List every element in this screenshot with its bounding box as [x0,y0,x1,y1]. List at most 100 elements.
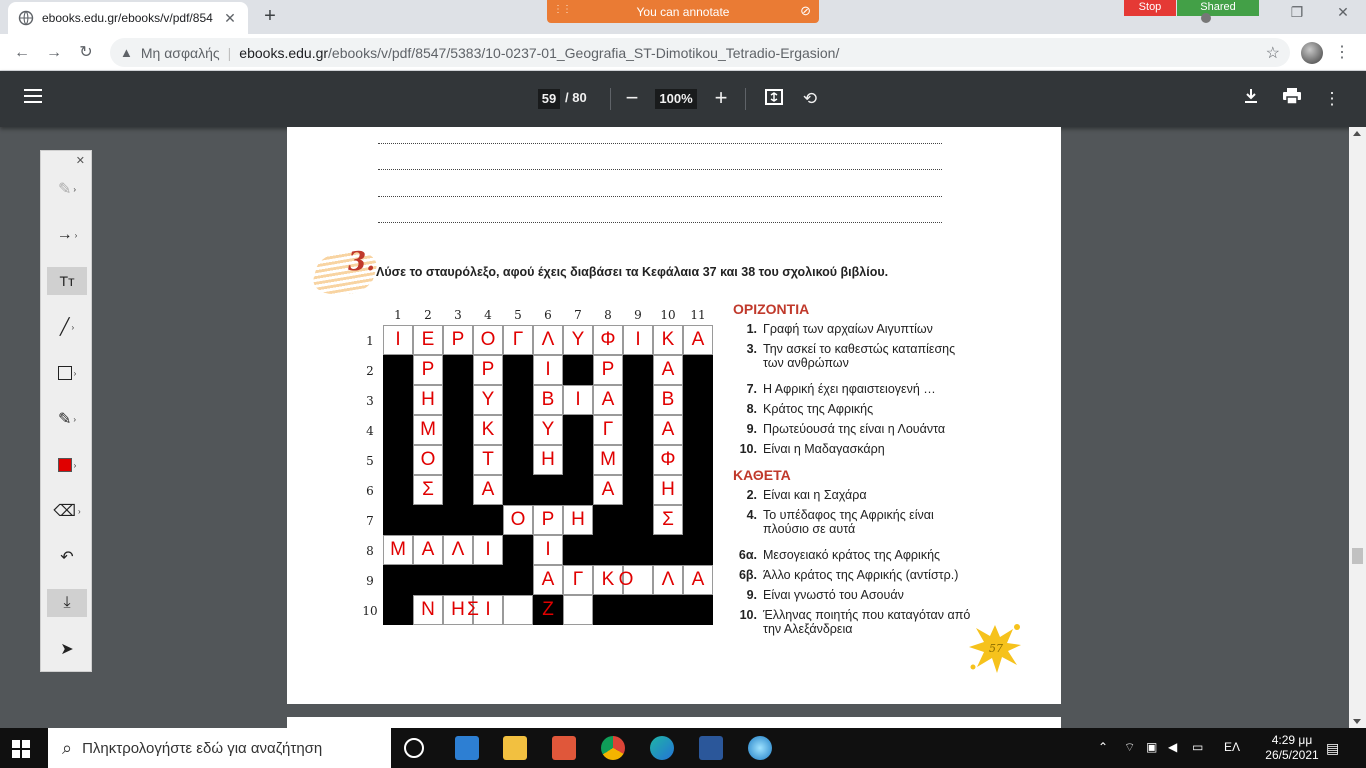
new-tab-button[interactable]: + [258,6,282,28]
zoom-in-icon[interactable]: + [709,85,733,113]
handwritten-answer-letter[interactable]: Ο [504,509,532,531]
browser-menu-icon[interactable]: ⋮ [1334,42,1350,62]
handwritten-answer-letter[interactable]: Ε [414,329,442,351]
handwritten-answer-letter[interactable]: Α [594,389,622,411]
handwritten-answer-letter[interactable]: Ι [474,599,502,621]
handwritten-answer-letter[interactable]: Α [654,359,682,381]
pin-off-icon[interactable]: ⊘ [800,3,811,19]
handwritten-answer-letter[interactable]: Μ [384,539,412,561]
address-bar[interactable]: ▲ Μη ασφαλής | ebooks.edu.gr /ebooks/v/p… [110,38,1290,67]
handwritten-answer-letter[interactable]: Υ [534,419,562,441]
handwritten-answer-letter[interactable]: Β [654,389,682,411]
system-clock[interactable]: 4:29 μμ 26/5/2021 [1262,733,1322,763]
volume-icon[interactable]: ◀ [1168,740,1177,754]
eraser-tool-icon[interactable]: ⌫ › [47,497,87,525]
handwritten-answer-letter[interactable]: Γ [594,419,622,441]
handwritten-answer-letter[interactable]: Φ [594,329,622,351]
handwritten-answer-letter[interactable]: Ι [624,329,652,351]
handwritten-answer-letter[interactable]: Κ [654,329,682,351]
handwritten-answer-letter[interactable]: Ρ [474,359,502,381]
handwritten-answer-letter[interactable]: Α [654,419,682,441]
vertical-scrollbar[interactable] [1349,127,1366,728]
handwritten-answer-letter[interactable]: Φ [654,449,682,471]
reload-icon[interactable]: ↻ [74,41,98,65]
crossword-cell[interactable] [563,595,593,625]
restore-window-icon[interactable]: ❐ [1274,4,1320,24]
menu-icon[interactable] [24,89,42,103]
warning-icon[interactable]: ▲ [120,45,133,60]
handwritten-answer-letter[interactable]: Ι [384,329,412,351]
notifications-icon[interactable]: ▤ [1326,740,1339,757]
handwritten-answer-letter[interactable]: Ι [534,359,562,381]
zoom-level-input[interactable]: 100% [655,89,697,109]
network-icon[interactable]: ⌔ [1124,740,1135,755]
undo-icon[interactable]: ↶ [47,543,87,571]
back-arrow-icon[interactable]: ← [10,41,34,65]
handwritten-answer-letter[interactable]: Σ [654,509,682,531]
close-icon[interactable]: ✕ [76,154,85,167]
handwritten-answer-letter[interactable]: Ρ [414,359,442,381]
insecure-label[interactable]: Μη ασφαλής [141,45,220,61]
rotate-icon[interactable]: ⟲ [798,87,822,111]
language-indicator[interactable]: ΕΛ [1224,740,1240,754]
windows-start-icon[interactable] [12,740,30,758]
handwritten-answer-letter[interactable]: Λ [444,539,472,561]
battery-icon[interactable]: ▭ [1192,740,1203,754]
scroll-thumb[interactable] [1352,548,1363,564]
handwritten-answer-letter[interactable]: Ι [474,539,502,561]
download-icon[interactable] [1239,87,1263,111]
handwritten-answer-letter[interactable]: Ζ [534,599,562,621]
arrow-tool-icon[interactable]: → › [47,221,87,249]
handwritten-answer-letter[interactable]: Ρ [534,509,562,531]
fit-page-icon[interactable] [762,87,786,111]
handwritten-answer-letter[interactable]: Γ [504,329,532,351]
handwritten-answer-letter[interactable]: Ο [414,449,442,471]
stop-sharing-button[interactable]: Stop [1124,0,1176,16]
meet-now-icon[interactable]: ▣ [1146,740,1157,754]
handwritten-answer-letter[interactable]: Α [534,569,562,591]
drag-handle-icon[interactable]: ⋮⋮ [553,4,572,15]
handwritten-answer-letter[interactable]: Ν [414,599,442,621]
scroll-up-icon[interactable] [1353,131,1361,136]
tab-close-icon[interactable]: ✕ [222,10,238,27]
pen-tool-icon[interactable]: ✎ › [47,405,87,433]
handwritten-answer-letter[interactable]: Ι [564,389,592,411]
word-icon[interactable] [699,736,723,760]
tray-expand-icon[interactable]: ⌃ [1098,740,1108,754]
browser-tab[interactable]: ebooks.edu.gr/ebooks/v/pdf/854 ✕ [8,2,248,34]
handwritten-answer-letter[interactable]: Η [414,389,442,411]
handwritten-answer-letter[interactable]: Ι [534,539,562,561]
handwritten-answer-letter[interactable]: Τ [474,449,502,471]
file-explorer-icon[interactable] [503,736,527,760]
bookmark-star-icon[interactable]: ☆ [1266,43,1280,63]
crossword-cell[interactable] [503,595,533,625]
zoom-out-icon[interactable]: − [620,85,644,113]
text-tool-icon[interactable]: Tт [47,267,87,295]
handwritten-answer-letter[interactable]: Η [564,509,592,531]
office-app-icon[interactable] [552,736,576,760]
forward-arrow-icon[interactable]: → [42,41,66,65]
edge-icon[interactable] [650,736,674,760]
color-picker-icon[interactable]: › [47,451,87,479]
handwritten-answer-letter[interactable]: Ο [612,569,640,591]
handwritten-answer-letter[interactable]: Ρ [594,359,622,381]
highlighter-tool-icon[interactable]: ✎ › [47,175,87,203]
handwritten-answer-letter[interactable]: Υ [564,329,592,351]
save-annotations-icon[interactable]: ⤓ [47,589,87,617]
handwritten-answer-letter[interactable]: Γ [564,569,592,591]
handwritten-answer-letter[interactable]: Α [594,479,622,501]
print-icon[interactable] [1280,87,1304,111]
handwritten-answer-letter[interactable]: Α [474,479,502,501]
crossword-grid[interactable]: ΙΕΡΟΓΛΥΦΙΚΑΡΗΜΟΣΡΥΚΤΑΙΒΙΑΥΗΡΓΜΑΑΒΑΦΗΣΟΡΗ… [383,325,713,625]
close-window-icon[interactable]: ✕ [1320,4,1366,24]
page-number-input[interactable]: 59 [538,89,560,109]
annotate-banner[interactable]: ⋮⋮ You can annotate ⊘ [547,0,819,23]
handwritten-answer-letter[interactable]: Κ [474,419,502,441]
taskbar-search[interactable]: ⌕ Πληκτρολογήστε εδώ για αναζήτηση [48,728,391,768]
handwritten-answer-letter[interactable]: Β [534,389,562,411]
handwritten-answer-letter[interactable]: Λ [654,569,682,591]
handwritten-answer-letter[interactable]: Ο [474,329,502,351]
handwritten-answer-letter[interactable]: Ρ [444,329,472,351]
rectangle-tool-icon[interactable]: › [47,359,87,387]
cortana-icon[interactable] [404,738,424,758]
